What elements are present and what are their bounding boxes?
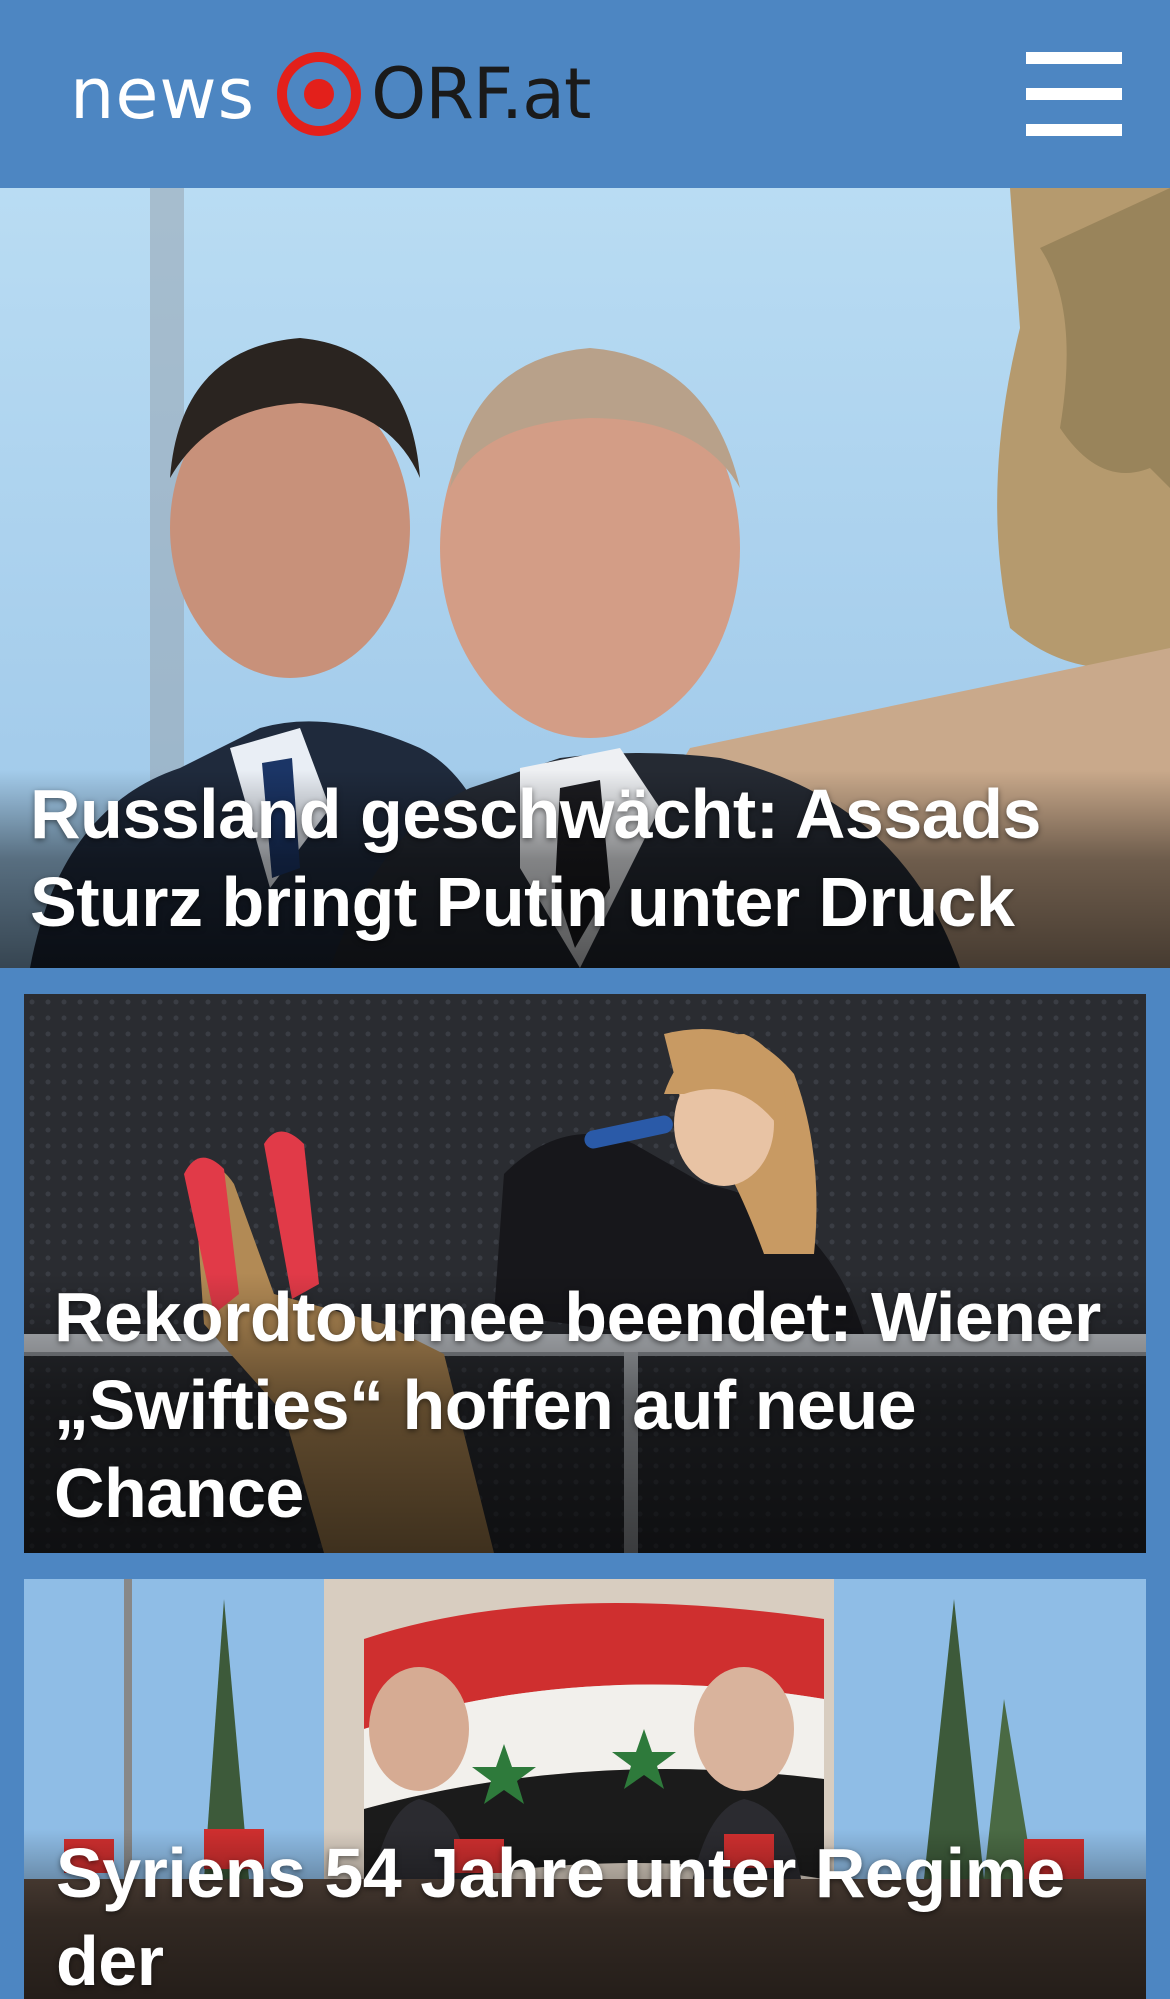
story-card[interactable]: Syriens 54 Jahre unter Regime der: [24, 1579, 1146, 1999]
logo-news-text: news: [70, 53, 256, 135]
menu-bar: [1026, 52, 1122, 64]
app-header: news ORF.at: [0, 0, 1170, 188]
headline-overlay: Syriens 54 Jahre unter Regime der: [24, 1829, 1146, 1999]
story-headline[interactable]: Syriens 54 Jahre unter Regime der: [56, 1829, 1114, 1999]
story-card[interactable]: Rekordtournee beendet: Wiener „Swifties“…: [24, 994, 1146, 1553]
story-headline[interactable]: Russland geschwächt: Assads Sturz bringt…: [30, 770, 1140, 946]
logo-orf-text: ORF.at: [371, 53, 591, 135]
menu-bar: [1026, 88, 1122, 100]
headline-overlay: Rekordtournee beendet: Wiener „Swifties“…: [24, 1273, 1146, 1553]
orf-eye-icon: [277, 52, 362, 136]
menu-bar: [1026, 124, 1122, 136]
story-headline[interactable]: Rekordtournee beendet: Wiener „Swifties“…: [54, 1273, 1116, 1537]
hamburger-menu-icon[interactable]: [1026, 52, 1122, 136]
news-orf-logo[interactable]: news ORF.at: [70, 44, 592, 144]
headline-overlay: Russland geschwächt: Assads Sturz bringt…: [0, 770, 1170, 968]
story-hero[interactable]: Russland geschwächt: Assads Sturz bringt…: [0, 188, 1170, 968]
